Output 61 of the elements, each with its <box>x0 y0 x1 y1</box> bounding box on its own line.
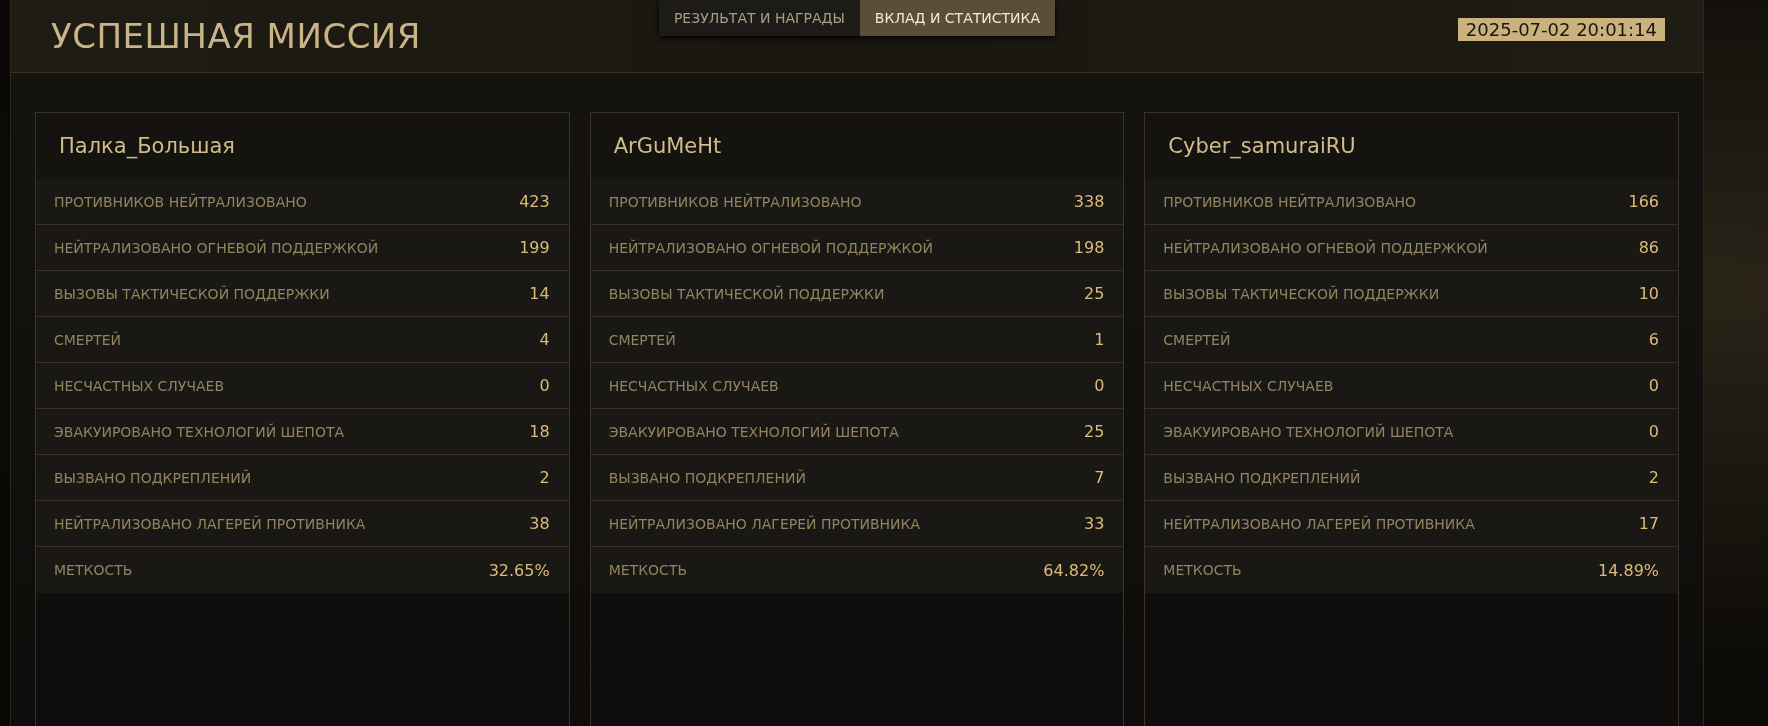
player-name: ArGuMeHt <box>613 134 722 158</box>
stat-value: 2 <box>539 468 550 487</box>
stat-value: 18 <box>529 422 550 441</box>
stat-label: ПРОТИВНИКОВ НЕЙТРАЛИЗОВАНО <box>608 193 862 210</box>
stat-value: 25 <box>1084 284 1105 303</box>
stat-value: 338 <box>1073 192 1105 211</box>
stat-value: 0 <box>1648 376 1659 395</box>
stat-value: 0 <box>1094 376 1105 395</box>
stat-label: НЕСЧАСТНЫХ СЛУЧАЕВ <box>54 377 225 394</box>
stat-label: ПРОТИВНИКОВ НЕЙТРАЛИЗОВАНО <box>1163 193 1417 210</box>
stat-label: ЭВАКУИРОВАНО ТЕХНОЛОГИЙ ШЕПОТА <box>1163 423 1454 440</box>
stat-value: 2 <box>1648 468 1659 487</box>
stat-label: СМЕРТЕЙ <box>608 331 676 348</box>
stat-value: 0 <box>539 376 550 395</box>
stat-value: 17 <box>1638 514 1659 533</box>
stat-value: 6 <box>1648 330 1659 349</box>
stat-value: 10 <box>1638 284 1659 303</box>
stat-value: 38 <box>529 514 550 533</box>
stat-value: 86 <box>1638 238 1659 257</box>
stat-label: ВЫЗВАНО ПОДКРЕПЛЕНИЙ <box>54 469 252 486</box>
stat-label: МЕТКОСТЬ <box>1163 562 1242 578</box>
stat-value: 4 <box>539 330 550 349</box>
stat-label: ВЫЗОВЫ ТАКТИЧЕСКОЙ ПОДДЕРЖКИ <box>608 285 885 302</box>
player-name: Палка_Большая <box>59 134 235 158</box>
stat-label: СМЕРТЕЙ <box>54 331 121 348</box>
stat-value: 199 <box>519 238 550 257</box>
stat-label: НЕЙТРАЛИЗОВАНО ЛАГЕРЕЙ ПРОТИВНИКА <box>54 515 366 532</box>
tab[interactable]: ВКЛАД И СТАТИСТИКА <box>859 0 1056 36</box>
stat-value: 7 <box>1094 468 1105 487</box>
stat-label: ВЫЗВАНО ПОДКРЕПЛЕНИЙ <box>1163 469 1361 486</box>
stat-label: НЕЙТРАЛИЗОВАНО ЛАГЕРЕЙ ПРОТИВНИКА <box>608 515 921 532</box>
stat-label: ПРОТИВНИКОВ НЕЙТРАЛИЗОВАНО <box>54 193 307 210</box>
tab[interactable]: РЕЗУЛЬТАТ И НАГРАДЫ <box>658 0 860 36</box>
stat-value: 423 <box>519 192 550 211</box>
stat-value: 33 <box>1084 514 1105 533</box>
stat-value: 198 <box>1073 238 1105 257</box>
stat-value: 32.65% <box>488 560 550 580</box>
stat-value: 14.89% <box>1598 560 1659 580</box>
stat-label: ВЫЗОВЫ ТАКТИЧЕСКОЙ ПОДДЕРЖКИ <box>1163 285 1440 302</box>
player-name: Cyber_samuraiRU <box>1168 134 1356 158</box>
stat-value: 14 <box>529 284 550 303</box>
stat-label: МЕТКОСТЬ <box>54 562 133 578</box>
stat-label: НЕЙТРАЛИЗОВАНО ОГНЕВОЙ ПОДДЕРЖКОЙ <box>608 239 933 256</box>
stat-label: НЕСЧАСТНЫХ СЛУЧАЕВ <box>1163 377 1334 394</box>
stat-label: ЭВАКУИРОВАНО ТЕХНОЛОГИЙ ШЕПОТА <box>54 423 345 440</box>
stat-label: НЕЙТРАЛИЗОВАНО ЛАГЕРЕЙ ПРОТИВНИКА <box>1163 515 1475 532</box>
stat-label: ЭВАКУИРОВАНО ТЕХНОЛОГИЙ ШЕПОТА <box>608 423 899 440</box>
stat-label: НЕЙТРАЛИЗОВАНО ОГНЕВОЙ ПОДДЕРЖКОЙ <box>1163 239 1488 256</box>
stat-value: 166 <box>1628 192 1659 211</box>
stat-label: НЕЙТРАЛИЗОВАНО ОГНЕВОЙ ПОДДЕРЖКОЙ <box>54 239 379 256</box>
stat-label: СМЕРТЕЙ <box>1163 331 1231 348</box>
mission-title: УСПЕШНАЯ МИССИЯ <box>51 16 422 56</box>
timestamp: 2025-07-02 20:01:14 <box>1457 18 1665 41</box>
stat-value: 25 <box>1084 422 1105 441</box>
stat-label: ВЫЗВАНО ПОДКРЕПЛЕНИЙ <box>608 469 806 486</box>
stat-label: ВЫЗОВЫ ТАКТИЧЕСКОЙ ПОДДЕРЖКИ <box>54 285 330 302</box>
stat-value: 0 <box>1648 422 1659 441</box>
stat-value: 1 <box>1094 330 1105 349</box>
stat-label: МЕТКОСТЬ <box>608 562 688 578</box>
stat-value: 64.82% <box>1043 560 1105 580</box>
stat-label: НЕСЧАСТНЫХ СЛУЧАЕВ <box>608 377 779 394</box>
